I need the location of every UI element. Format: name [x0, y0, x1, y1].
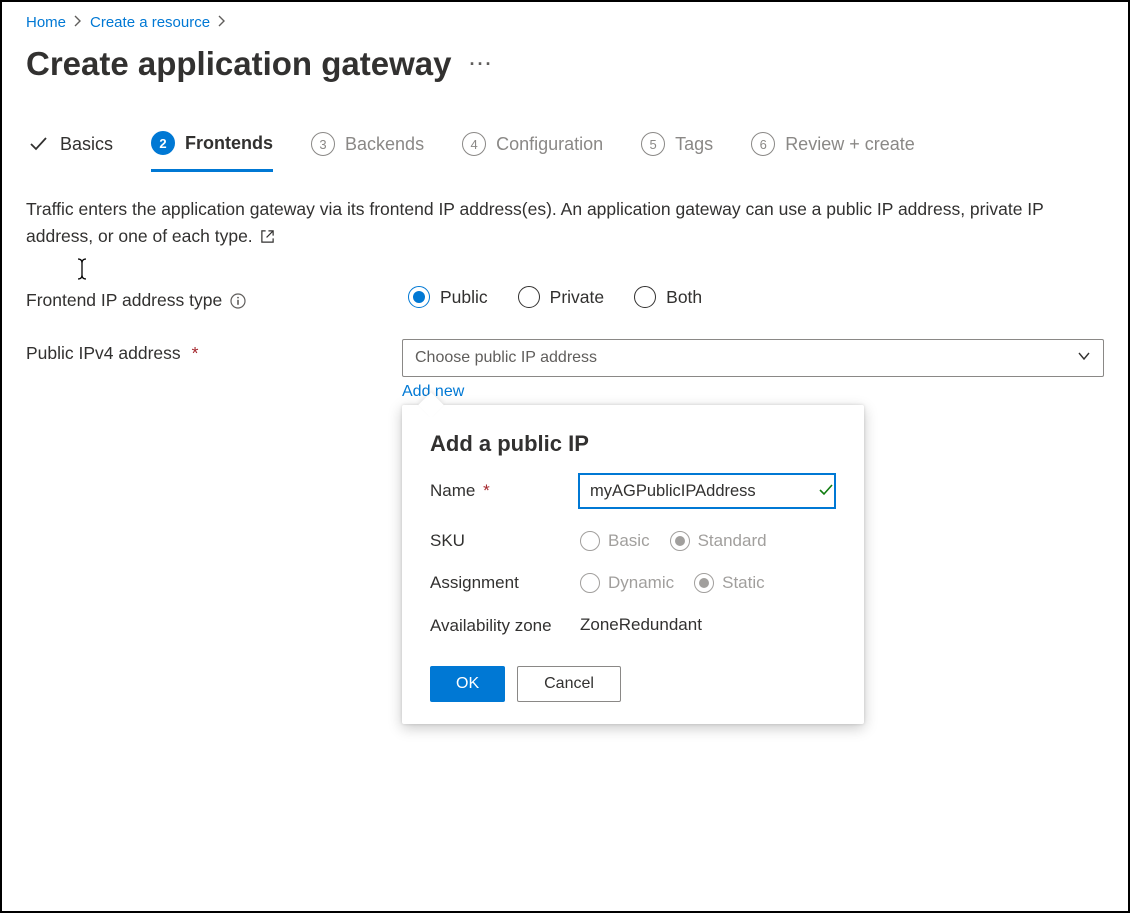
public-ip-name-input-wrap [578, 473, 836, 509]
step-number-icon: 4 [462, 132, 486, 156]
row-frontend-ip-type: Frontend IP address type Public Private … [26, 286, 1104, 311]
step-number-icon: 2 [151, 131, 175, 155]
more-actions-icon[interactable]: ··· [469, 54, 493, 75]
radio-assign-dynamic-label: Dynamic [608, 573, 674, 593]
radio-assign-static: Static [694, 573, 765, 593]
step-number-icon: 5 [641, 132, 665, 156]
page-title: Create application gateway ··· [26, 45, 1104, 83]
page-title-text: Create application gateway [26, 45, 451, 83]
tab-backends-label: Backends [345, 134, 424, 155]
radio-private[interactable]: Private [518, 286, 604, 308]
tab-tags-label: Tags [675, 134, 713, 155]
radio-icon [518, 286, 540, 308]
tab-tags[interactable]: 5 Tags [641, 132, 713, 170]
radio-icon [580, 573, 600, 593]
callout-button-row: OK Cancel [430, 666, 836, 702]
text-cursor-icon [75, 258, 89, 286]
chevron-right-icon [74, 14, 82, 31]
public-ip-select[interactable]: Choose public IP address [402, 339, 1104, 377]
radio-sku-standard: Standard [670, 531, 767, 551]
label-public-ipv4-text: Public IPv4 address [26, 343, 181, 364]
tab-configuration[interactable]: 4 Configuration [462, 132, 603, 170]
radio-assign-static-label: Static [722, 573, 765, 593]
row-public-ipv4: Public IPv4 address * Choose public IP a… [26, 339, 1104, 401]
public-ip-name-input[interactable] [588, 481, 812, 502]
label-frontend-ip-type-text: Frontend IP address type [26, 290, 222, 311]
sku-radiogroup: Basic Standard [580, 531, 767, 551]
select-placeholder: Choose public IP address [415, 349, 597, 367]
radio-public-label: Public [440, 287, 488, 308]
tab-frontends-label: Frontends [185, 133, 273, 154]
radio-sku-basic-label: Basic [608, 531, 650, 551]
step-number-icon: 6 [751, 132, 775, 156]
callout-name-label: Name * [430, 481, 578, 501]
breadcrumb-home[interactable]: Home [26, 14, 66, 31]
check-icon [818, 482, 834, 501]
wizard-tabs: Basics 2 Frontends 3 Backends 4 Configur… [26, 131, 1104, 172]
tab-basics[interactable]: Basics [26, 132, 113, 170]
radio-icon [580, 531, 600, 551]
radio-icon [634, 286, 656, 308]
radio-assign-dynamic: Dynamic [580, 573, 674, 593]
cancel-button[interactable]: Cancel [517, 666, 621, 702]
callout-az-value: ZoneRedundant [580, 615, 702, 635]
description-text: Traffic enters the application gateway v… [26, 199, 1044, 246]
add-public-ip-callout: Add a public IP Name * SKU [402, 405, 864, 724]
radio-public[interactable]: Public [408, 286, 488, 308]
radio-icon [670, 531, 690, 551]
assignment-radiogroup: Dynamic Static [580, 573, 765, 593]
callout-title: Add a public IP [430, 431, 836, 457]
radio-private-label: Private [550, 287, 604, 308]
radio-icon [408, 286, 430, 308]
tab-description: Traffic enters the application gateway v… [26, 196, 1076, 252]
breadcrumb: Home Create a resource [26, 14, 1104, 31]
frontend-ip-type-radiogroup: Public Private Both [408, 286, 702, 308]
callout-az-label: Availability zone [430, 615, 580, 638]
required-star-icon: * [192, 343, 199, 364]
external-link-icon[interactable] [260, 225, 275, 252]
tab-backends[interactable]: 3 Backends [311, 132, 424, 170]
ok-button[interactable]: OK [430, 666, 505, 702]
tab-frontends[interactable]: 2 Frontends [151, 131, 273, 172]
radio-icon [694, 573, 714, 593]
tab-configuration-label: Configuration [496, 134, 603, 155]
tab-basics-label: Basics [60, 134, 113, 155]
label-public-ipv4: Public IPv4 address * [26, 339, 402, 364]
chevron-down-icon [1077, 349, 1091, 368]
radio-both-label: Both [666, 287, 702, 308]
radio-sku-standard-label: Standard [698, 531, 767, 551]
radio-both[interactable]: Both [634, 286, 702, 308]
check-icon [26, 132, 50, 156]
tab-review-create[interactable]: 6 Review + create [751, 132, 915, 170]
radio-sku-basic: Basic [580, 531, 650, 551]
callout-sku-label: SKU [430, 531, 580, 551]
required-star-icon: * [483, 481, 490, 500]
step-number-icon: 3 [311, 132, 335, 156]
callout-name-label-text: Name [430, 481, 475, 500]
chevron-right-icon [218, 14, 226, 31]
tab-review-label: Review + create [785, 134, 915, 155]
breadcrumb-create-resource[interactable]: Create a resource [90, 14, 210, 31]
callout-assignment-label: Assignment [430, 573, 580, 593]
label-frontend-ip-type: Frontend IP address type [26, 286, 408, 311]
info-icon[interactable] [230, 293, 246, 309]
